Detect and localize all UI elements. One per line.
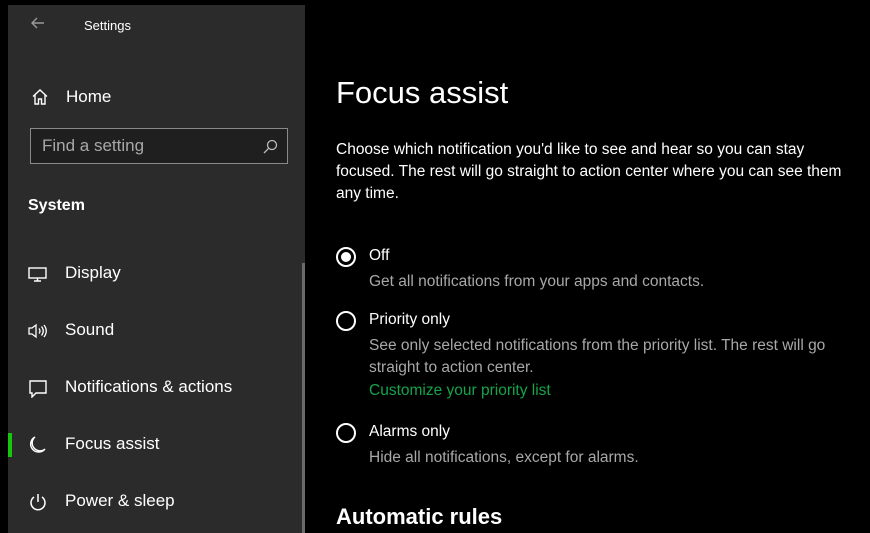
option-alarms-only[interactable]: Alarms only Hide all notifications, exce…	[336, 423, 856, 469]
customize-priority-link[interactable]: Customize your priority list	[369, 382, 551, 400]
option-label: Alarms only	[369, 423, 450, 440]
search-box[interactable]	[30, 128, 288, 164]
moon-icon	[29, 436, 46, 453]
home-nav-item[interactable]: Home	[8, 73, 305, 113]
page-title: Focus assist	[336, 75, 509, 110]
radio-circle-icon	[336, 247, 356, 267]
home-label: Home	[66, 87, 112, 106]
sidebar-item-power-sleep[interactable]: Power & sleep	[8, 478, 305, 526]
intro-text: Choose which notification you'd like to …	[336, 141, 842, 202]
section-label-system: System	[28, 197, 85, 214]
sidebar-item-display[interactable]: Display	[8, 250, 305, 298]
message-icon	[29, 380, 47, 398]
sidebar-item-notifications[interactable]: Notifications & actions	[8, 364, 305, 412]
option-priority-only[interactable]: Priority only See only selected notifica…	[336, 311, 856, 403]
option-label: Off	[369, 247, 390, 264]
sidebar-item-label: Focus assist	[65, 434, 160, 453]
sidebar-item-sound[interactable]: Sound	[8, 307, 305, 355]
radio-circle-icon	[336, 423, 356, 443]
radio-circle-icon	[336, 311, 356, 331]
option-description: Get all notifications from your apps and…	[369, 273, 705, 290]
sidebar-scrollbar[interactable]	[302, 263, 305, 533]
option-description: Hide all notifications, except for alarm…	[369, 449, 639, 466]
sidebar-item-focus-assist[interactable]: Focus assist	[8, 421, 305, 469]
search-icon[interactable]	[261, 138, 279, 156]
option-label: Priority only	[369, 311, 450, 328]
automatic-rules-heading: Automatic rules	[336, 504, 503, 529]
monitor-icon	[28, 267, 47, 282]
title-bar: Settings	[8, 5, 305, 45]
radio-off[interactable]	[336, 247, 358, 269]
back-arrow-icon[interactable]	[28, 13, 48, 33]
sidebar-item-label: Sound	[65, 320, 115, 339]
sidebar-item-label: Power & sleep	[65, 491, 175, 510]
search-input[interactable]	[31, 129, 287, 163]
radio-priority-only[interactable]	[336, 311, 358, 333]
power-icon	[30, 494, 46, 511]
sidebar-item-label: Notifications & actions	[65, 377, 233, 396]
sidebar-item-label: Display	[65, 263, 121, 282]
speaker-icon	[28, 323, 47, 339]
option-off[interactable]: Off Get all notifications from your apps…	[336, 247, 856, 293]
option-description: See only selected notifications from the…	[369, 337, 826, 376]
radio-alarms-only[interactable]	[336, 423, 358, 445]
app-title: Settings	[84, 18, 131, 33]
home-icon	[32, 89, 48, 105]
sidebar: Settings Home System Display Sound	[8, 5, 305, 533]
